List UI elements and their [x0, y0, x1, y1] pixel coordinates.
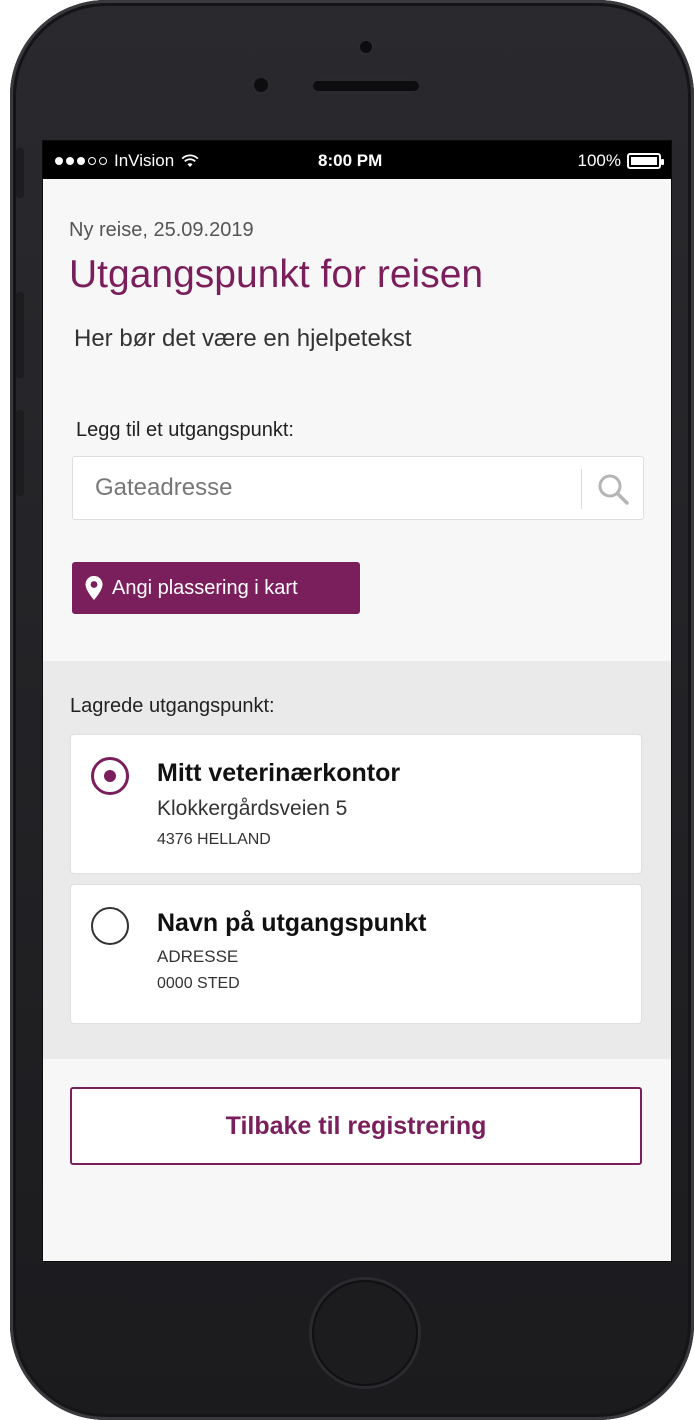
mute-switch — [16, 148, 24, 198]
home-button[interactable] — [312, 1280, 418, 1386]
search-divider — [581, 469, 582, 509]
search-icon — [598, 474, 629, 505]
battery-status: 100% — [577, 151, 664, 171]
map-button-label: Angi plassering i kart — [112, 576, 298, 599]
sensor-dot — [357, 38, 375, 56]
location-name: Mitt veterinærkontor — [157, 759, 401, 787]
clock: 8:00 PM — [318, 151, 383, 170]
location-name: Navn på utgangspunkt — [157, 909, 427, 937]
help-text: Her bør det være en hjelpetekst — [74, 325, 412, 352]
signal-dot — [66, 157, 74, 165]
phone-screen: InVision 8:00 PM 100% Ny reise, 25.09.20… — [42, 140, 672, 1262]
page-content: Ny reise, 25.09.2019 Utgangspunkt for re… — [43, 179, 671, 1261]
address-search-input[interactable] — [73, 457, 573, 519]
carrier-name: InVision — [114, 151, 175, 170]
location-postal: 4376 HELLAND — [157, 831, 271, 848]
battery-icon — [627, 153, 664, 169]
volume-down-button — [16, 410, 24, 496]
back-button-label: Tilbake til registrering — [225, 1111, 487, 1140]
location-address: ADRESSE — [157, 947, 239, 966]
volume-up-button — [16, 292, 24, 378]
status-bar: InVision 8:00 PM 100% — [43, 141, 671, 179]
address-search-box — [72, 456, 644, 520]
signal-carrier: InVision — [55, 151, 199, 171]
search-button[interactable] — [591, 467, 635, 511]
trip-subtitle: Ny reise, 25.09.2019 — [69, 219, 254, 241]
wifi-icon — [181, 154, 199, 167]
radio-unselected[interactable] — [91, 907, 129, 945]
location-postal: 0000 STED — [157, 975, 240, 992]
saved-location-card[interactable]: Navn på utgangspunkt ADRESSE 0000 STED — [70, 884, 642, 1024]
front-camera — [250, 74, 272, 96]
saved-locations-label: Lagrede utgangspunkt: — [70, 695, 275, 717]
back-to-registration-button[interactable]: Tilbake til registrering — [70, 1087, 642, 1165]
saved-locations-section: Lagrede utgangspunkt: Mitt veterinærkont… — [43, 661, 671, 1059]
signal-dot — [77, 157, 85, 165]
signal-dot — [55, 157, 63, 165]
signal-dot-empty — [88, 157, 96, 165]
earpiece-speaker — [310, 78, 422, 94]
battery-percent: 100% — [577, 151, 621, 170]
map-pin-icon — [85, 576, 103, 600]
page-title: Utgangspunkt for reisen — [69, 253, 484, 296]
location-address: Klokkergårdsveien 5 — [157, 797, 348, 820]
saved-location-card[interactable]: Mitt veterinærkontor Klokkergårdsveien 5… — [70, 734, 642, 874]
signal-dot-empty — [99, 157, 107, 165]
radio-selected[interactable] — [91, 757, 129, 795]
search-label: Legg til et utgangspunkt: — [76, 419, 294, 441]
set-location-on-map-button[interactable]: Angi plassering i kart — [72, 562, 360, 614]
